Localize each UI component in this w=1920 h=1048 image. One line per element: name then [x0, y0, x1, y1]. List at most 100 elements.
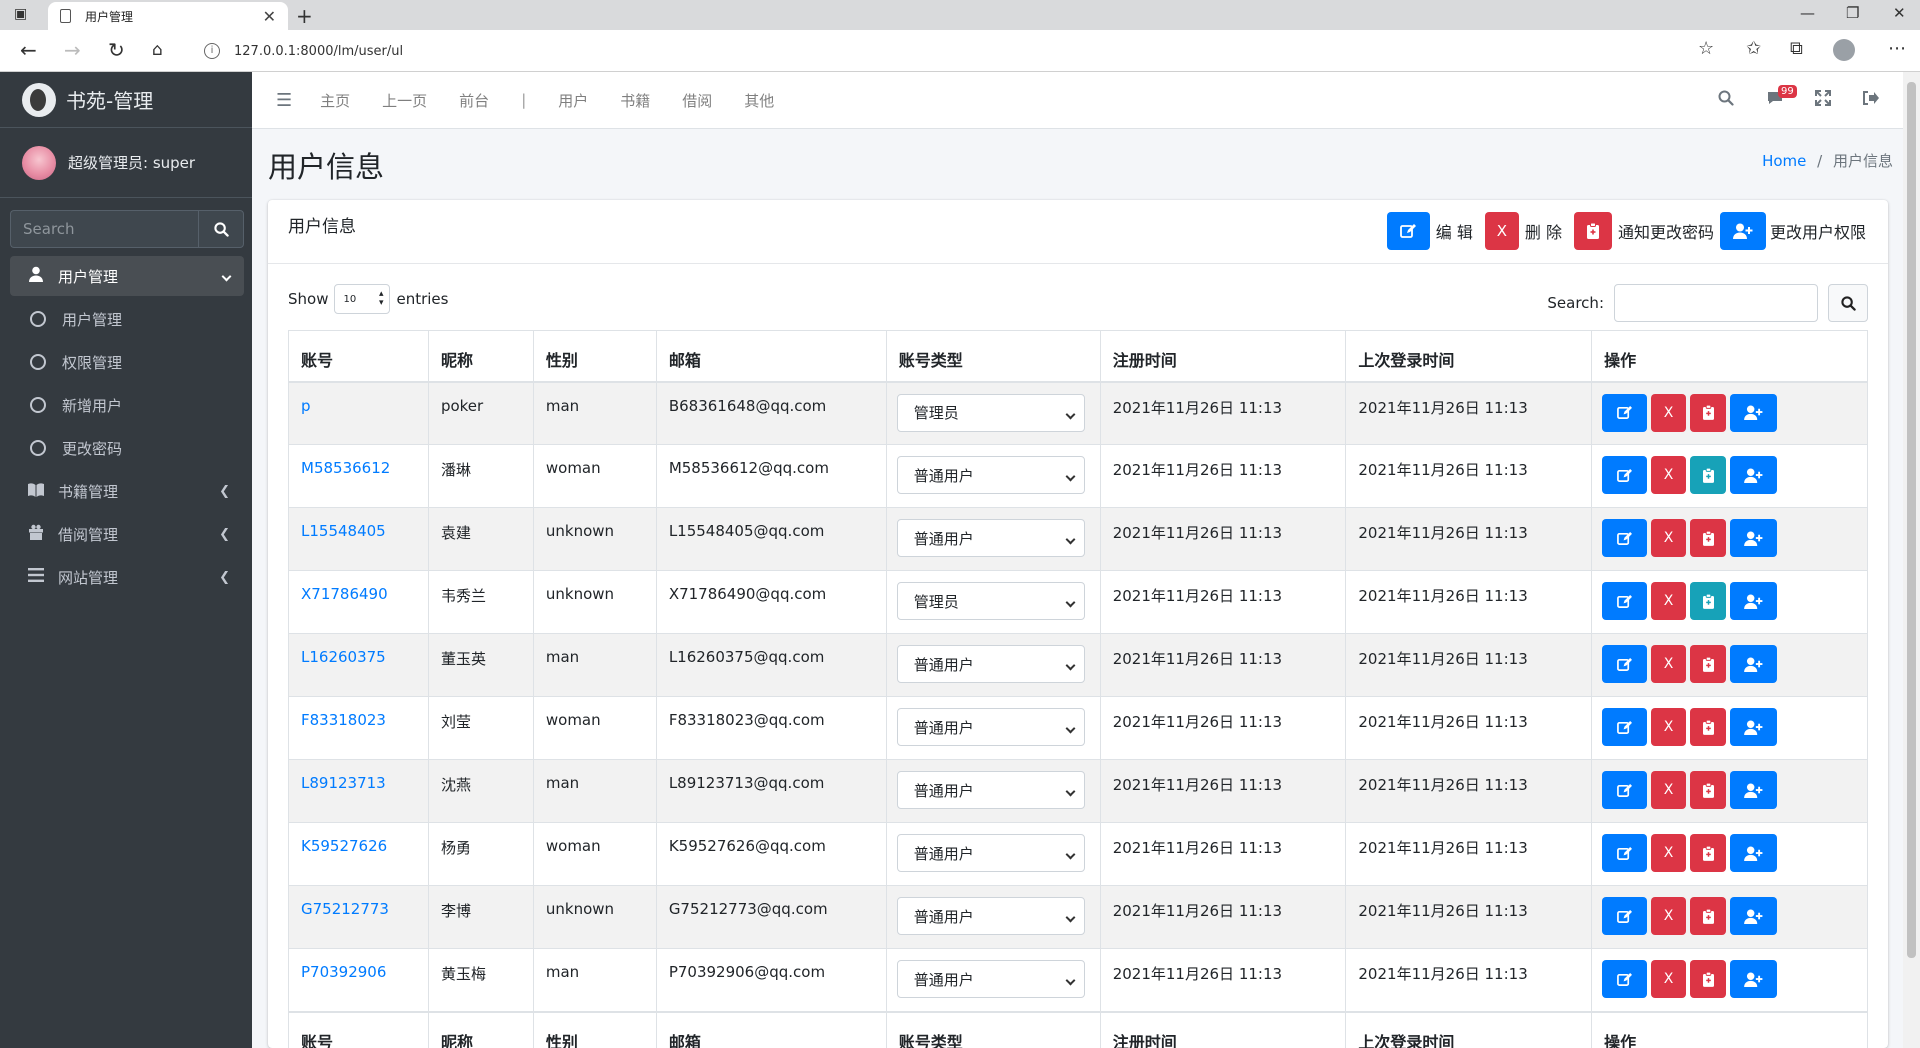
row-edit-button[interactable] [1602, 456, 1648, 494]
nav-link-other[interactable]: 其他 [744, 90, 774, 111]
page-length-select[interactable]: 10 ▴ ▾ [334, 284, 391, 314]
notify-password-button[interactable] [1573, 212, 1612, 250]
row-edit-button[interactable] [1602, 897, 1648, 935]
row-permission-button[interactable] [1730, 897, 1778, 935]
window-menu-icon[interactable]: ▣ [14, 6, 32, 24]
reload-icon[interactable]: ↻ [108, 38, 125, 62]
sidebar-item-books[interactable]: 书籍管理 ❮ [10, 471, 244, 511]
new-tab-icon[interactable]: + [296, 4, 313, 28]
column-header[interactable]: 邮箱 [655, 330, 887, 383]
column-header[interactable]: 注册时间 [1099, 330, 1347, 383]
row-delete-button[interactable]: X [1651, 897, 1687, 935]
row-delete-button[interactable]: X [1651, 456, 1687, 494]
edit-button[interactable] [1386, 212, 1430, 250]
table-search-button[interactable] [1828, 284, 1868, 322]
scrollbar-thumb[interactable] [1907, 82, 1916, 958]
row-edit-button[interactable] [1602, 582, 1648, 620]
row-permission-button[interactable] [1730, 582, 1778, 620]
sidebar-item-add-user[interactable]: 新增用户 [10, 385, 244, 425]
nav-link-books[interactable]: 书籍 [620, 90, 650, 111]
delete-button[interactable]: X [1484, 212, 1519, 250]
nav-link-users[interactable]: 用户 [558, 90, 588, 111]
restore-icon[interactable]: ❐ [1846, 4, 1859, 22]
row-notify-button[interactable] [1690, 645, 1727, 683]
account-link[interactable]: F83318023 [301, 711, 386, 729]
row-permission-button[interactable] [1730, 519, 1778, 557]
breadcrumb-home[interactable]: Home [1762, 152, 1806, 170]
browser-tab[interactable]: 用户管理 ✕ [48, 2, 288, 30]
profile-avatar[interactable] [1833, 39, 1855, 61]
account-type-select[interactable]: 普通用户 [896, 771, 1085, 809]
row-permission-button[interactable] [1730, 393, 1778, 432]
column-header[interactable]: 账号类型 [885, 330, 1101, 383]
account-link[interactable]: L15548405 [301, 522, 386, 540]
back-icon[interactable]: ← [20, 38, 37, 62]
sidebar-item-change-password[interactable]: 更改密码 [10, 428, 244, 468]
row-delete-button[interactable]: X [1651, 519, 1687, 557]
column-header[interactable]: 操作 [1591, 330, 1868, 383]
column-header[interactable]: 账号 [288, 330, 429, 383]
favorites-icon[interactable]: ✩ [1746, 38, 1761, 59]
user-panel[interactable]: 超级管理员: super [0, 128, 252, 198]
row-delete-button[interactable]: X [1651, 960, 1687, 998]
change-permission-button[interactable] [1719, 212, 1766, 250]
column-header[interactable]: 上次登录时间 [1345, 330, 1593, 383]
account-link[interactable]: M58536612 [301, 459, 390, 477]
account-type-select[interactable]: 管理员 [896, 393, 1085, 432]
close-window-icon[interactable]: ✕ [1893, 4, 1906, 22]
menu-toggle-icon[interactable]: ☰ [276, 90, 292, 111]
sidebar-item-permissions[interactable]: 权限管理 [10, 342, 244, 382]
row-delete-button[interactable]: X [1651, 393, 1687, 432]
more-icon[interactable]: ⋯ [1888, 38, 1906, 59]
row-delete-button[interactable]: X [1651, 708, 1687, 746]
account-link[interactable]: L16260375 [301, 648, 386, 666]
account-link[interactable]: p [301, 397, 311, 415]
sidebar-item-user-management[interactable]: 用户管理 [10, 256, 244, 296]
row-notify-button[interactable] [1690, 582, 1727, 620]
account-link[interactable]: K59527626 [301, 837, 387, 855]
row-delete-button[interactable]: X [1651, 771, 1687, 809]
nav-link-borrow[interactable]: 借阅 [682, 90, 712, 111]
forward-icon[interactable]: → [64, 38, 81, 62]
account-link[interactable]: X71786490 [301, 585, 388, 603]
nav-link-home[interactable]: 主页 [320, 90, 350, 111]
account-type-select[interactable]: 普通用户 [896, 960, 1085, 998]
row-permission-button[interactable] [1730, 645, 1778, 683]
row-permission-button[interactable] [1730, 960, 1778, 998]
row-notify-button[interactable] [1690, 393, 1727, 432]
row-edit-button[interactable] [1602, 393, 1648, 432]
row-edit-button[interactable] [1602, 771, 1648, 809]
add-favorite-icon[interactable]: ☆ [1698, 38, 1714, 59]
account-type-select[interactable]: 普通用户 [896, 456, 1085, 494]
nav-link-back[interactable]: 上一页 [382, 90, 427, 111]
row-notify-button[interactable] [1690, 708, 1727, 746]
row-permission-button[interactable] [1730, 456, 1778, 494]
row-edit-button[interactable] [1602, 519, 1648, 557]
column-header[interactable]: 性别 [532, 330, 657, 383]
fullscreen-icon[interactable] [1815, 90, 1831, 111]
sidebar-item-user-list[interactable]: 用户管理 [10, 299, 244, 339]
account-link[interactable]: P70392906 [301, 963, 386, 981]
row-edit-button[interactable] [1602, 645, 1648, 683]
search-icon[interactable] [1718, 90, 1734, 111]
account-link[interactable]: G75212773 [301, 900, 389, 918]
sidebar-item-borrowing[interactable]: 借阅管理 ❮ [10, 514, 244, 554]
sidebar-search-button[interactable] [198, 210, 244, 248]
info-icon[interactable]: i [204, 43, 220, 59]
row-notify-button[interactable] [1690, 456, 1727, 494]
row-notify-button[interactable] [1690, 771, 1727, 809]
row-notify-button[interactable] [1690, 519, 1727, 557]
sidebar-item-website[interactable]: 网站管理 ❮ [10, 557, 244, 597]
account-type-select[interactable]: 普通用户 [896, 645, 1085, 683]
row-delete-button[interactable]: X [1651, 582, 1687, 620]
row-notify-button[interactable] [1690, 897, 1727, 935]
row-notify-button[interactable] [1690, 960, 1727, 998]
account-type-select[interactable]: 普通用户 [896, 834, 1085, 872]
brand-link[interactable]: 书苑-管理 [0, 72, 252, 128]
collections-icon[interactable]: ⧉ [1790, 38, 1803, 59]
page-scrollbar[interactable] [1903, 72, 1920, 1048]
column-header[interactable]: 昵称 [427, 330, 534, 383]
logout-icon[interactable] [1862, 90, 1879, 111]
row-notify-button[interactable] [1690, 834, 1727, 872]
row-delete-button[interactable]: X [1651, 645, 1687, 683]
